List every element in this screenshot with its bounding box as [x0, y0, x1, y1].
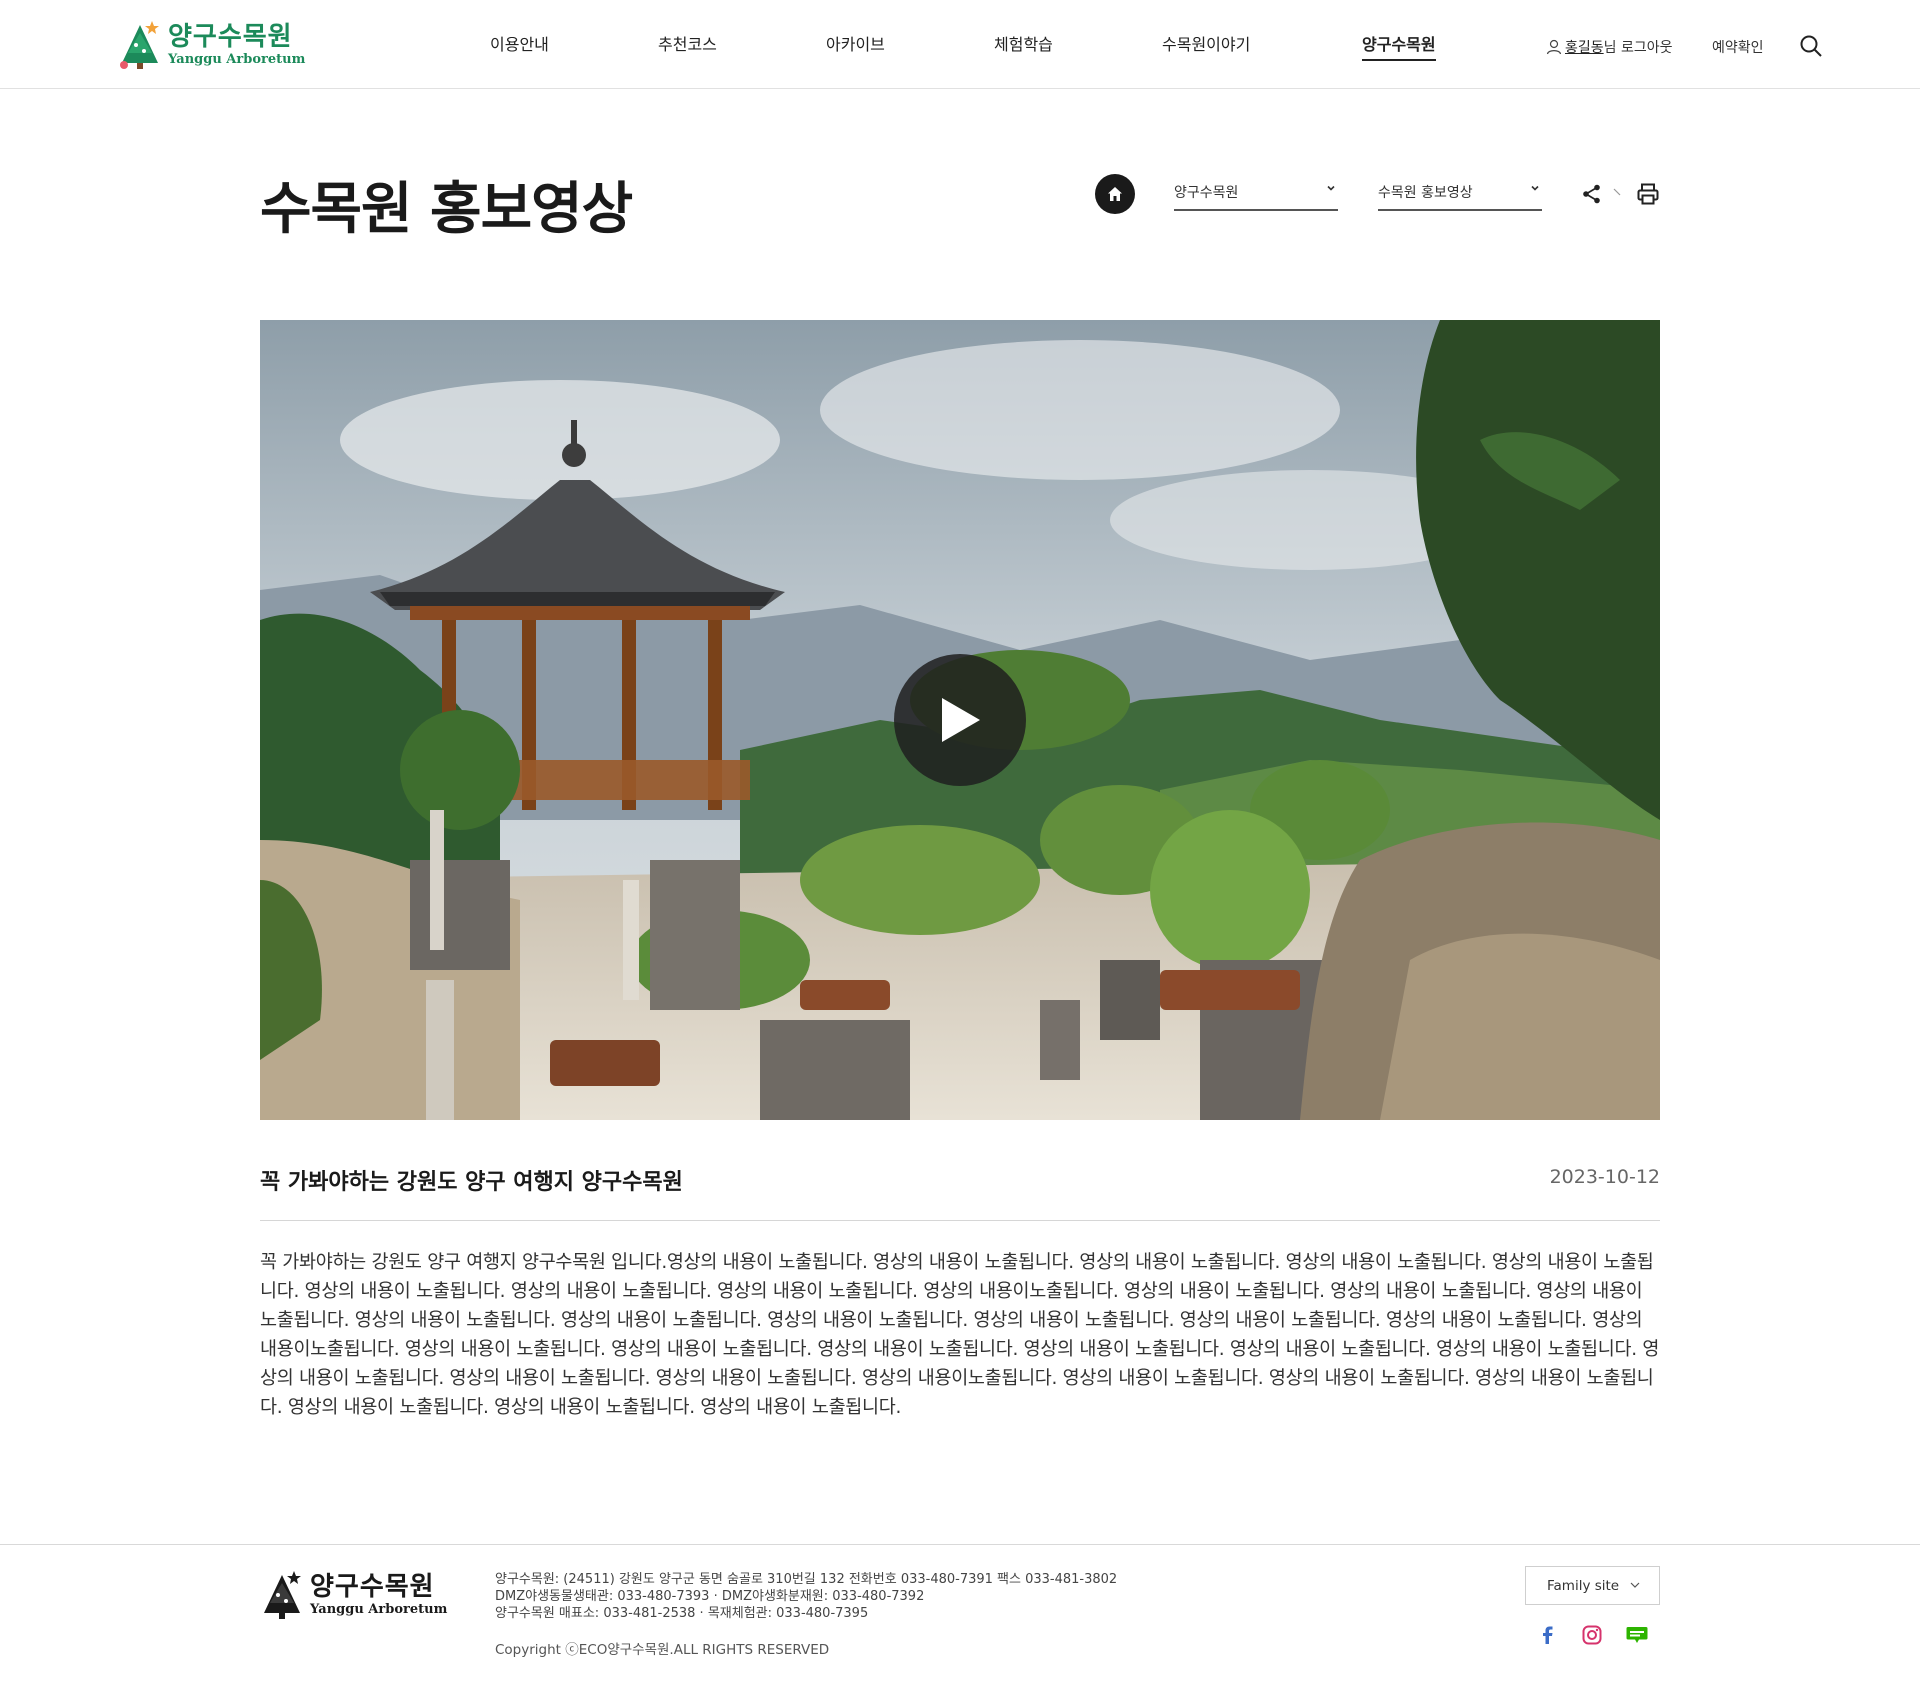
user-menu: 홍길동 님 로그아웃 [1546, 37, 1673, 57]
play-icon [942, 698, 980, 742]
print-button[interactable] [1636, 182, 1660, 206]
home-icon [1108, 187, 1122, 201]
nav-item-story[interactable]: 수목원이야기 [1162, 31, 1250, 55]
blog-icon [1626, 1627, 1648, 1643]
user-icon [1546, 39, 1562, 55]
nav-item-archive[interactable]: 아카이브 [826, 31, 885, 55]
blog-link[interactable] [1626, 1624, 1648, 1646]
post-divider [260, 1220, 1660, 1221]
chevron-down-icon [1327, 185, 1335, 191]
post-body: 꼭 가봐야하는 강원도 양구 여행지 양구수목원 입니다.영상의 내용이 노출됩… [260, 1252, 1660, 1418]
footer-logo-english-text: Yanggu Arboretum [310, 1602, 448, 1617]
chevron-down-icon [1630, 1582, 1640, 1588]
nav-item-experience[interactable]: 체험학습 [994, 31, 1053, 55]
breadcrumb-select-depth1-value: 양구수목원 [1174, 185, 1239, 201]
facebook-icon [1543, 1626, 1553, 1644]
play-button[interactable] [894, 654, 1026, 786]
tree-logo-icon [120, 21, 159, 69]
share-icon [1583, 184, 1600, 204]
instagram-link[interactable] [1581, 1624, 1603, 1646]
post-date: 2023-10-12 [1549, 1166, 1660, 1188]
breadcrumb-select-depth2-value: 수목원 홍보영상 [1378, 185, 1473, 201]
family-site-label: Family site [1547, 1578, 1620, 1594]
footer-info-line: DMZ야생동물생태관: 033-480-7393 · DMZ야생화분재원: 03… [495, 1589, 925, 1604]
site-logo[interactable]: 양구수목원 Yanggu Arboretum [118, 18, 318, 72]
logo-korean-text: 양구수목원 [168, 22, 293, 52]
family-site-select[interactable]: Family site [1525, 1566, 1660, 1605]
post-title: 꼭 가봐야하는 강원도 양구 여행지 양구수목원 [260, 1170, 683, 1195]
user-name-link[interactable]: 홍길동 [1565, 37, 1604, 57]
footer-logo: 양구수목원 Yanggu Arboretum [260, 1569, 447, 1621]
footer-info-line: 양구수목원: (24511) 강원도 양구군 동면 숨골로 310번길 132 … [495, 1572, 1118, 1587]
reservation-check-link[interactable]: 예약확인 [1712, 37, 1764, 57]
search-button[interactable] [1799, 34, 1823, 58]
logo-english-text: Yanggu Arboretum [168, 52, 306, 67]
nav-item-arboretum[interactable]: 양구수목원 [1362, 31, 1436, 61]
divider-mark [1613, 188, 1621, 196]
share-button[interactable] [1581, 183, 1603, 205]
print-icon [1637, 183, 1659, 205]
logout-link[interactable]: 님 로그아웃 [1604, 37, 1673, 57]
breadcrumb-select-depth1[interactable]: 양구수목원 [1174, 180, 1338, 211]
breadcrumb-select-depth2[interactable]: 수목원 홍보영상 [1378, 180, 1542, 211]
site-footer: 양구수목원 Yanggu Arboretum 양구수목원: (24511) 강원… [0, 1544, 1920, 1700]
nav-item-guide[interactable]: 이용안내 [490, 31, 549, 55]
promo-video-player[interactable] [260, 320, 1660, 1120]
search-icon [1800, 35, 1822, 57]
site-header: 양구수목원 Yanggu Arboretum 이용안내 추천코스 아카이브 체험… [0, 0, 1920, 89]
chevron-down-icon [1531, 185, 1539, 191]
facebook-link[interactable] [1536, 1624, 1558, 1646]
footer-copyright: Copyright ⓒECO양구수목원.ALL RIGHTS RESERVED [495, 1642, 830, 1658]
footer-contact-info: 양구수목원: (24511) 강원도 양구군 동면 숨골로 310번길 132 … [495, 1571, 1117, 1622]
tree-logo-icon [264, 1571, 301, 1619]
footer-logo-korean-text: 양구수목원 [310, 1572, 435, 1602]
instagram-icon [1582, 1625, 1602, 1645]
home-button[interactable] [1095, 174, 1135, 214]
footer-info-line: 양구수목원 매표소: 033-481-2538 · 목재체험관: 033-480… [495, 1606, 869, 1621]
page-title: 수목원 홍보영상 [260, 177, 633, 242]
nav-item-courses[interactable]: 추천코스 [658, 31, 717, 55]
